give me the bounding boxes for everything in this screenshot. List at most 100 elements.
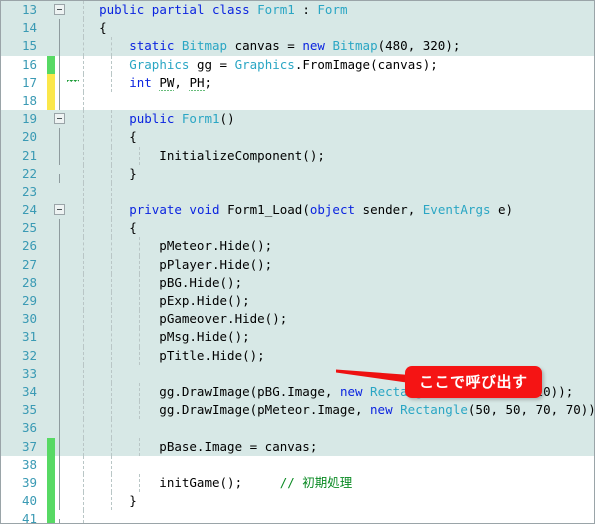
squiggle-underline: PH (189, 74, 205, 94)
indent-guide (83, 91, 84, 111)
code-line[interactable]: 29 pExp.Hide(); (1, 292, 594, 311)
outline-tree-line (59, 519, 60, 523)
outline-tree-line (59, 401, 60, 420)
indent-guide (83, 455, 84, 474)
line-number: 25 (21, 220, 37, 236)
code-line[interactable]: 22 } (1, 164, 594, 183)
line-number: 13 (21, 2, 37, 17)
outline-tree-line (59, 55, 60, 74)
code-line[interactable]: 17 int PW, PH; (1, 73, 594, 94)
change-bar-saved (47, 455, 55, 474)
code-editor-window[interactable]: 13 public partial class Form1 : Form 14 … (0, 0, 595, 524)
code-text: } (69, 493, 137, 509)
outline-tree-line (59, 292, 60, 311)
change-bar-unsaved (47, 73, 55, 92)
line-number: 36 (21, 420, 37, 436)
indent-guide (111, 455, 112, 474)
line-number: 21 (21, 147, 37, 163)
code-text: } (69, 165, 137, 181)
code-line[interactable]: 24 private void Form1_Load(object sender… (1, 201, 594, 220)
code-line[interactable]: 41 (1, 510, 594, 523)
code-line[interactable]: 32 pTitle.Hide(); (1, 346, 594, 365)
fold-toggle-icon[interactable] (54, 113, 65, 125)
annotation-callout: ここで呼び出す (405, 366, 542, 398)
line-number: 28 (21, 274, 37, 290)
line-number: 33 (21, 365, 37, 381)
outline-tree-line (59, 310, 60, 329)
indent-guide (83, 364, 84, 383)
code-text: private void Form1_Load(object sender, E… (129, 202, 514, 218)
outline-tree-line (59, 91, 60, 111)
code-line[interactable]: 40 } (1, 492, 594, 511)
code-line[interactable]: 38 (1, 455, 594, 474)
line-number: 15 (21, 38, 37, 54)
code-line[interactable]: 25 { (1, 219, 594, 238)
code-text: pBG.Hide(); (69, 274, 243, 290)
code-text: pPlayer.Hide(); (69, 256, 273, 272)
change-bar-saved (47, 473, 55, 493)
change-bar-saved (47, 510, 55, 523)
code-line[interactable]: 19 public Form1() (1, 110, 594, 129)
line-number: 38 (21, 456, 37, 472)
indent-guide (83, 419, 84, 438)
code-line[interactable]: 21 InitializeComponent(); (1, 146, 594, 165)
outline-tree-line (59, 173, 60, 183)
line-number: 14 (21, 20, 37, 36)
line-number: 26 (21, 238, 37, 254)
line-number: 20 (21, 129, 37, 145)
code-line[interactable]: 27 pPlayer.Hide(); (1, 255, 594, 274)
code-line[interactable]: 35 gg.DrawImage(pMeteor.Image, new Recta… (1, 401, 594, 420)
fold-toggle-icon[interactable] (54, 4, 65, 15)
code-text: public Form1() (129, 111, 235, 127)
outline-tree-line (59, 128, 60, 147)
code-line[interactable]: 20 { (1, 128, 594, 147)
line-number: 22 (21, 165, 37, 181)
line-number: 29 (21, 293, 37, 308)
line-number: 40 (21, 493, 37, 509)
code-line[interactable]: 13 public partial class Form1 : Form (1, 1, 594, 20)
code-line[interactable]: 14 { (1, 19, 594, 38)
line-number: 32 (21, 347, 37, 363)
code-line[interactable]: 16 Graphics gg = Graphics.FromImage(canv… (1, 55, 594, 74)
code-text: pBase.Image = canvas; (69, 438, 318, 454)
line-number: 31 (21, 329, 37, 345)
line-number: 16 (21, 56, 37, 72)
code-text: static Bitmap canvas = new Bitmap(480, 3… (129, 38, 461, 54)
outline-tree-line (59, 328, 60, 347)
code-text: gg.DrawImage(pMeteor.Image, new Rectangl… (69, 402, 594, 418)
code-surface[interactable]: 13 public partial class Form1 : Form 14 … (1, 1, 594, 523)
code-text: pMsg.Hide(); (69, 329, 250, 345)
outline-tree-line (59, 473, 60, 493)
code-line[interactable]: 30 pGameover.Hide(); (1, 310, 594, 329)
change-bar-saved (47, 55, 55, 74)
code-line[interactable]: 26 pMeteor.Hide(); (1, 237, 594, 256)
code-text: int PW, PH; (69, 74, 212, 94)
code-text: { (69, 20, 107, 36)
line-number: 41 (21, 511, 37, 523)
code-line[interactable]: 31 pMsg.Hide(); (1, 328, 594, 347)
line-number: 34 (21, 383, 37, 399)
code-line[interactable]: 39 initGame(); // 初期処理 (1, 473, 594, 493)
outline-tree-line (59, 255, 60, 274)
code-line[interactable]: 36 (1, 419, 594, 438)
code-text: pExp.Hide(); (69, 293, 250, 308)
outline-tree-line (59, 346, 60, 365)
code-line[interactable]: 15 static Bitmap canvas = new Bitmap(480… (1, 37, 594, 56)
fold-toggle-icon[interactable] (54, 204, 65, 216)
line-number: 30 (21, 311, 37, 327)
indent-guide (111, 364, 112, 383)
line-number: 39 (21, 474, 37, 490)
outline-tree-line (59, 37, 60, 56)
code-line[interactable]: 18 (1, 91, 594, 111)
outline-tree-line (59, 219, 60, 238)
outline-tree-line (59, 273, 60, 292)
code-text: initGame(); // 初期処理 (69, 474, 353, 490)
squiggle-marker-icon (67, 80, 79, 85)
code-line[interactable]: 37 pBase.Image = canvas; (1, 437, 594, 456)
code-line[interactable]: 23 (1, 182, 594, 202)
code-text: InitializeComponent(); (69, 147, 325, 163)
squiggle-underline: PW (159, 74, 175, 94)
code-line[interactable]: 28 pBG.Hide(); (1, 273, 594, 292)
line-number: 35 (21, 402, 37, 418)
line-number: 18 (21, 92, 37, 108)
